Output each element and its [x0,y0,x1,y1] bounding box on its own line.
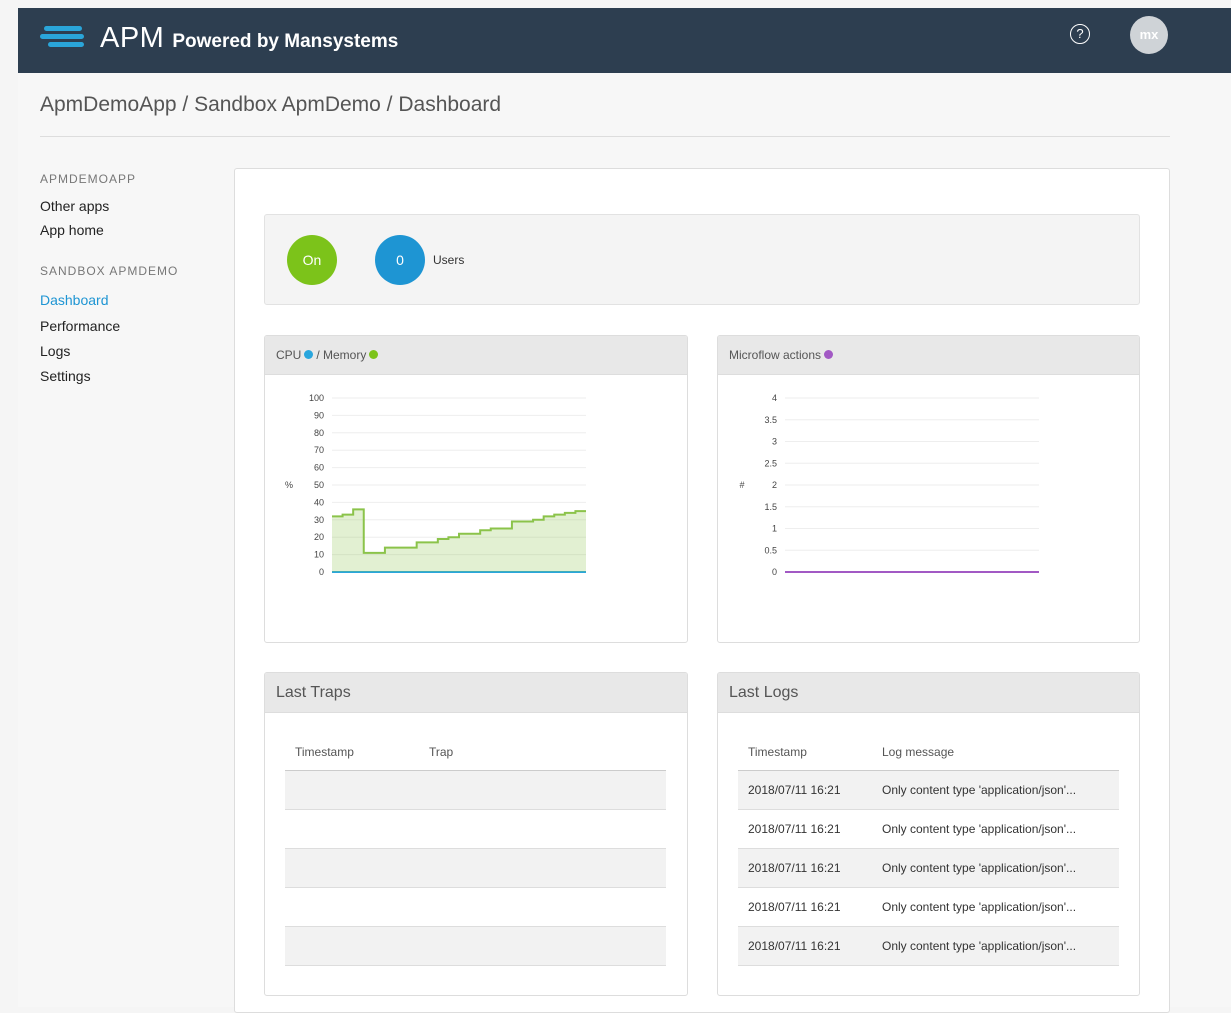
cpu-title: CPU [276,348,302,362]
y-tick-label: 40 [314,497,324,507]
y-tick-label: 20 [314,532,324,542]
cpu-memory-header: CPU / Memory [265,336,687,375]
y-tick-label: 3 [772,437,777,447]
divider [40,136,1170,137]
last-logs-panel: Last Logs Timestamp Log message 2018/07/… [717,672,1140,996]
y-tick-label: 0 [319,567,324,577]
logs-col-message[interactable]: Log message [882,745,1119,759]
sidebar-item-settings[interactable]: Settings [40,368,91,384]
logs-cell-message: Only content type 'application/json'... [882,861,1077,875]
microflow-chart: 0 0.5 1 1.5 2 2.5 3 3.5 4 # [739,393,1039,577]
logs-cell-message: Only content type 'application/json'... [882,783,1077,797]
y-tick-label: 1.5 [764,502,777,512]
traps-table-row[interactable] [285,849,666,888]
logs-cell-timestamp: 2018/07/11 16:21 [748,900,841,914]
logs-cell-timestamp: 2018/07/11 16:21 [748,783,841,797]
sidebar-item-logs[interactable]: Logs [40,343,70,359]
microflow-legend-dot [824,350,834,360]
logs-cell-timestamp: 2018/07/11 16:21 [748,939,841,953]
sidebar-item-dashboard[interactable]: Dashboard [40,292,109,308]
traps-col-timestamp[interactable]: Timestamp [285,745,429,759]
logs-table-row[interactable]: 2018/07/11 16:21 Only content type 'appli… [738,888,1119,927]
users-count-badge: 0 [375,235,425,285]
app-window: APM Powered by Mansystems ? mx ApmDemoAp… [18,8,1231,1013]
y-axis-label: # [739,480,744,490]
microflow-title: Microflow actions [729,348,822,362]
sidebar-item-other-apps[interactable]: Other apps [40,198,109,214]
y-axis-label: % [285,480,293,490]
brand-name: APM [100,22,165,54]
sidebar-section-sandbox: SANDBOX APMDEMO [40,264,179,278]
traps-table-row[interactable] [285,888,666,927]
logs-table-row[interactable]: 2018/07/11 16:21 Only content type 'appli… [738,771,1119,810]
memory-legend-dot [369,350,379,360]
y-tick-label: 60 [314,463,324,473]
y-tick-label: 1 [772,524,777,534]
y-tick-label: 2.5 [764,458,777,468]
traps-col-trap[interactable]: Trap [429,745,666,759]
traps-title: Last Traps [265,673,687,713]
memory-area [332,509,586,572]
y-tick-label: 0.5 [764,545,777,555]
y-tick-label: 30 [314,515,324,525]
status-bar: On 0 Users [264,214,1140,305]
y-tick-label: 3.5 [764,415,777,425]
y-tick-label: 4 [772,393,777,403]
sidebar-item-app-home[interactable]: App home [40,222,104,238]
logs-table-header: Timestamp Log message [738,733,1119,771]
logs-cell-message: Only content type 'application/json'... [882,939,1077,953]
logs-cell-message: Only content type 'application/json'... [882,900,1077,914]
logo-icon [40,25,96,52]
apm-logo[interactable]: APM Powered by Mansystems [40,22,398,55]
logs-table-row[interactable]: 2018/07/11 16:21 Only content type 'appli… [738,810,1119,849]
status-on-badge: On [287,235,337,285]
brand-tagline: Powered by Mansystems [172,30,399,52]
users-label: Users [433,253,465,267]
breadcrumb: ApmDemoApp / Sandbox ApmDemo / Dashboard [40,93,502,116]
traps-table-row[interactable] [285,771,666,810]
logs-cell-timestamp: 2018/07/11 16:21 [748,822,841,836]
y-tick-label: 2 [772,480,777,490]
last-traps-panel: Last Traps Timestamp Trap [264,672,688,996]
logs-table-row[interactable]: 2018/07/11 16:21 Only content type 'appli… [738,927,1119,966]
y-tick-label: 100 [309,393,324,403]
logs-cell-message: Only content type 'application/json'... [882,822,1077,836]
help-icon[interactable]: ? [1070,24,1090,44]
logs-cell-timestamp: 2018/07/11 16:21 [748,861,841,875]
sidebar-section-app: APMDEMOAPP [40,172,137,186]
y-tick-label: 50 [314,480,324,490]
logs-table: Timestamp Log message 2018/07/11 16:21 On… [738,733,1119,966]
logs-title: Last Logs [718,673,1139,713]
logs-col-timestamp[interactable]: Timestamp [738,745,882,759]
top-navbar: APM Powered by Mansystems ? mx [18,8,1231,73]
avatar[interactable]: mx [1130,16,1168,54]
traps-table-row[interactable] [285,810,666,849]
logs-table-row[interactable]: 2018/07/11 16:21 Only content type 'appli… [738,849,1119,888]
cpu-memory-chart: 0 10 20 30 40 50 60 70 80 90 100% [285,393,586,577]
y-tick-label: 90 [314,410,324,420]
cpu-memory-panel: CPU / Memory 0 10 20 30 40 50 60 70 80 90 100% [264,335,688,643]
sidebar-item-performance[interactable]: Performance [40,318,120,334]
dashboard-panel: On 0 Users CPU / Memory 0 10 20 30 40 50 60 70 80… [234,168,1170,1013]
y-tick-label: 0 [772,567,777,577]
traps-table-row[interactable] [285,927,666,966]
y-tick-label: 70 [314,445,324,455]
traps-table: Timestamp Trap [285,733,666,966]
y-tick-label: 10 [314,550,324,560]
memory-title: / Memory [316,348,367,362]
microflow-header: Microflow actions [718,336,1139,375]
cpu-legend-dot [304,350,314,360]
traps-table-header: Timestamp Trap [285,733,666,771]
microflow-panel: Microflow actions 0 0.5 1 1.5 2 2.5 3 3.5 4 # [717,335,1140,643]
y-tick-label: 80 [314,428,324,438]
